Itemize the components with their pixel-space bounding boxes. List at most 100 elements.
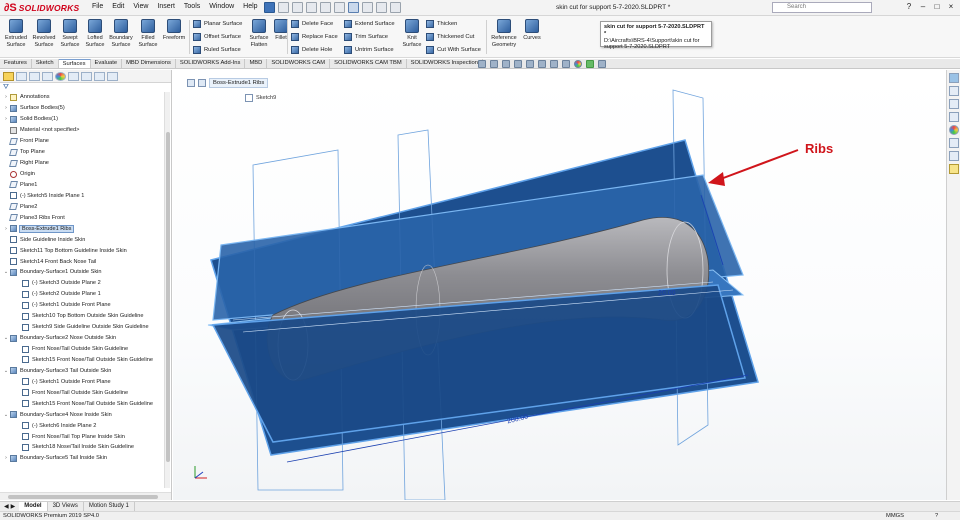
tree-item[interactable]: Material <not specified> [0,125,164,136]
status-help-icon[interactable]: ? [935,512,938,520]
tree-item[interactable]: Side Guideline Inside Skin [0,234,164,245]
file-explorer-icon[interactable] [948,99,959,109]
tree-item[interactable]: Sketch15 Front Nose/Tail Outside Skin Gu… [0,355,164,366]
hide-show-items-icon[interactable] [562,60,570,68]
menu-tools[interactable]: Tools [184,3,200,10]
tree-expand-arrow-icon[interactable]: ⌄ [2,269,10,275]
display-manager-tab-icon[interactable] [55,72,66,81]
view-palette-icon[interactable] [948,112,959,122]
edit-appearance-icon[interactable] [574,60,582,68]
section-view-icon[interactable] [514,60,522,68]
units-indicator[interactable]: MMGS [886,512,904,520]
tree-item[interactable]: Sketch14 Front Back Nose Tail [0,256,164,267]
cam-tools-tree-tab-icon[interactable] [94,72,105,81]
maximize-button[interactable]: □ [932,2,942,12]
new-document-icon[interactable] [278,2,289,13]
tree-item[interactable]: ⌄ Boundary-Surface1 Outside Skin [0,267,164,278]
delete-face-button[interactable]: Delete Face [291,19,338,29]
menu-help[interactable]: Help [243,3,257,10]
print-icon[interactable] [320,2,331,13]
first-tab-arrow-icon[interactable]: ◀ [4,503,9,510]
revolved-surface-button[interactable]: Revolved Surface [31,19,57,48]
lofted-surface-button[interactable]: Lofted Surface [82,19,108,48]
file-properties-icon[interactable] [376,2,387,13]
tab-motion-study[interactable]: Motion Study 1 [84,502,135,511]
filled-surface-button[interactable]: Filled Surface [135,19,161,48]
tab-solidworks-cam-tbm[interactable]: SOLIDWORKS CAM TBM [330,59,407,68]
tree-item[interactable]: Sketch18 Nose/Tail Inside Skin Guideline [0,442,164,453]
menu-edit[interactable]: Edit [112,3,124,10]
filter-icon[interactable]: ⛛ [0,83,171,92]
search-input[interactable]: Search [772,2,872,13]
untrim-surface-button[interactable]: Untrim Surface [344,45,395,55]
display-style-icon[interactable] [550,60,558,68]
custom-properties-icon[interactable] [948,138,959,148]
dimxpert-manager-tab-icon[interactable] [42,72,53,81]
solidworks-logo[interactable]: ∂S SOLIDWORKS [4,2,86,14]
tree-item[interactable]: (-) Sketch5 Inside Plane 1 [0,190,164,201]
property-manager-tab-icon[interactable] [16,72,27,81]
inspection-tab-icon[interactable] [107,72,118,81]
extend-surface-button[interactable]: Extend Surface [344,19,395,29]
tab-solidworks-cam[interactable]: SOLIDWORKS CAM [267,59,331,68]
dimension-vertical[interactable]: 20.00 [658,290,676,297]
tree-item[interactable]: (-) Sketch3 Outside Plane 2 [0,278,164,289]
appearances-scenes-icon[interactable] [948,125,959,135]
forum-icon[interactable] [948,151,959,161]
tab-model[interactable]: Model [19,502,48,511]
menu-insert[interactable]: Insert [157,3,175,10]
select-icon[interactable] [348,2,359,13]
tree-item[interactable]: Right Plane [0,158,164,169]
view-orientation-icon[interactable] [538,60,546,68]
tab-surfaces[interactable]: Surfaces [58,59,91,68]
rebuild-icon[interactable] [362,2,373,13]
extruded-surface-button[interactable]: Extruded Surface [3,19,29,48]
undo-icon[interactable] [334,2,345,13]
menu-window[interactable]: Window [209,3,234,10]
offset-surface-button[interactable]: Offset Surface [193,32,242,42]
thickened-cut-button[interactable]: Thickened Cut [426,32,481,42]
previous-view-icon[interactable] [502,60,510,68]
tree-item[interactable]: Sketch11 Top Bottom Guideline Inside Ski… [0,245,164,256]
tab-mbd-dimensions[interactable]: MBD Dimensions [122,59,176,68]
swept-surface-button[interactable]: Swept Surface [57,19,83,48]
tree-item[interactable]: Top Plane [0,147,164,158]
tree-item[interactable]: › Surface Bodies(5) [0,103,164,114]
tab-evaluate[interactable]: Evaluate [91,59,123,68]
tree-item[interactable]: Sketch9 Side Guideline Outside Skin Guid… [0,322,164,333]
tree-horizontal-scrollbar[interactable] [0,492,171,500]
tree-expand-arrow-icon[interactable]: › [2,94,10,100]
save-icon[interactable] [306,2,317,13]
ruled-surface-button[interactable]: Ruled Surface [193,45,242,55]
apply-scene-icon[interactable] [586,60,594,68]
notes-icon[interactable] [948,164,959,174]
menu-view[interactable]: View [133,3,148,10]
tree-expand-arrow-icon[interactable]: › [2,455,10,461]
tab-features[interactable]: Features [0,59,32,68]
tree-item[interactable]: › Solid Bodies(1) [0,114,164,125]
graphics-area[interactable]: Boss-Extrude1 Ribs Sketch9 Ribs 20.00 20… [173,70,946,500]
knit-surface-button[interactable]: Knit Surface [399,19,425,48]
tree-item[interactable]: ⌄ Boundary-Surface2 Nose Outside Skin [0,333,164,344]
dynamic-annotation-icon[interactable] [526,60,534,68]
tree-item[interactable]: › Boss-Extrude1 Ribs [0,223,164,234]
zoom-to-fit-icon[interactable] [478,60,486,68]
planar-surface-button[interactable]: Planar Surface [193,19,242,29]
cam-feature-tree-tab-icon[interactable] [68,72,79,81]
feature-manager-tab-icon[interactable] [3,72,14,81]
open-icon[interactable] [292,2,303,13]
tree-item[interactable]: Front Plane [0,136,164,147]
tab-mbd[interactable]: MBD [245,59,268,68]
tree-item[interactable]: › Annotations [0,92,164,103]
tab-solidworks-add-ins[interactable]: SOLIDWORKS Add-Ins [176,59,246,68]
view-settings-icon[interactable] [598,60,606,68]
curves-button[interactable]: Curves [519,19,545,42]
cam-operation-tree-tab-icon[interactable] [81,72,92,81]
tree-vertical-scrollbar[interactable] [164,92,170,488]
trim-surface-button[interactable]: Trim Surface [344,32,395,42]
cut-with-surface-button[interactable]: Cut With Surface [426,45,481,55]
scrollbar-thumb[interactable] [166,132,170,462]
reference-geometry-button[interactable]: Reference Geometry [489,19,519,48]
tree-item[interactable]: (-) Sketch2 Outside Plane 1 [0,289,164,300]
tree-expand-arrow-icon[interactable]: › [2,105,10,111]
